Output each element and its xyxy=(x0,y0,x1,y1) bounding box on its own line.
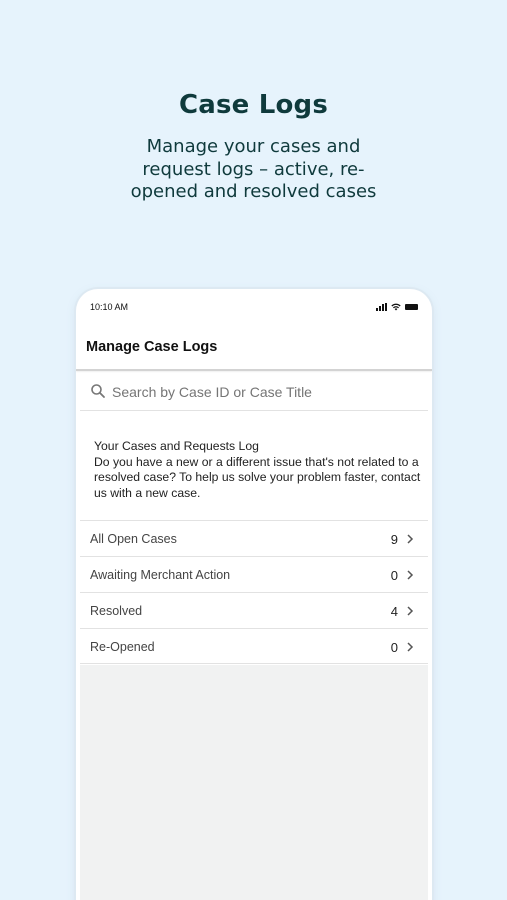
case-row-awaiting-merchant[interactable]: Awaiting Merchant Action 0 xyxy=(80,556,428,592)
case-row-count: 0 xyxy=(390,640,398,655)
search-bar[interactable] xyxy=(80,373,428,411)
case-row-label: All Open Cases xyxy=(90,532,177,546)
status-time: 10:10 AM xyxy=(90,302,129,312)
wifi-icon xyxy=(391,303,401,311)
promo-subtitle: Manage your cases and request logs – act… xyxy=(0,136,507,204)
battery-icon xyxy=(405,304,418,310)
case-row-count: 9 xyxy=(390,532,398,547)
info-body: Do you have a new or a different issue t… xyxy=(94,454,421,500)
chevron-right-icon xyxy=(407,606,414,616)
chevron-right-icon xyxy=(407,534,414,544)
search-icon xyxy=(91,384,105,398)
status-icons xyxy=(376,301,418,311)
case-row-resolved[interactable]: Resolved 4 xyxy=(80,592,428,628)
app-bar: Manage Case Logs xyxy=(76,327,432,371)
phone-frame: 10:10 AM Manage Case Logs Your Cases xyxy=(76,289,432,900)
status-bar: 10:10 AM xyxy=(76,289,432,325)
page-title: Manage Case Logs xyxy=(86,339,218,355)
promo-subtitle-line: opened and resolved cases xyxy=(130,181,377,202)
empty-content-area xyxy=(80,665,428,900)
case-row-label: Resolved xyxy=(90,604,143,618)
info-title: Your Cases and Requests Log xyxy=(94,439,259,453)
search-input[interactable] xyxy=(112,379,412,405)
promo-subtitle-line: request logs – active, re- xyxy=(142,158,365,180)
case-row-all-open[interactable]: All Open Cases 9 xyxy=(80,520,428,556)
case-row-label: Awaiting Merchant Action xyxy=(90,568,231,582)
promo-title: Case Logs xyxy=(178,90,329,120)
case-row-label: Re-Opened xyxy=(90,640,155,654)
cellular-signal-icon xyxy=(376,303,387,311)
chevron-right-icon xyxy=(407,570,414,580)
case-row-count: 0 xyxy=(390,568,398,583)
chevron-right-icon xyxy=(407,642,414,652)
info-section: Your Cases and Requests Log Do you have … xyxy=(94,439,424,501)
case-row-count: 4 xyxy=(390,604,398,619)
case-row-re-opened[interactable]: Re-Opened 0 xyxy=(80,628,428,664)
promo-subtitle-line: Manage your cases and xyxy=(146,136,361,157)
case-list: All Open Cases 9 Awaiting Merchant Actio… xyxy=(80,520,428,664)
